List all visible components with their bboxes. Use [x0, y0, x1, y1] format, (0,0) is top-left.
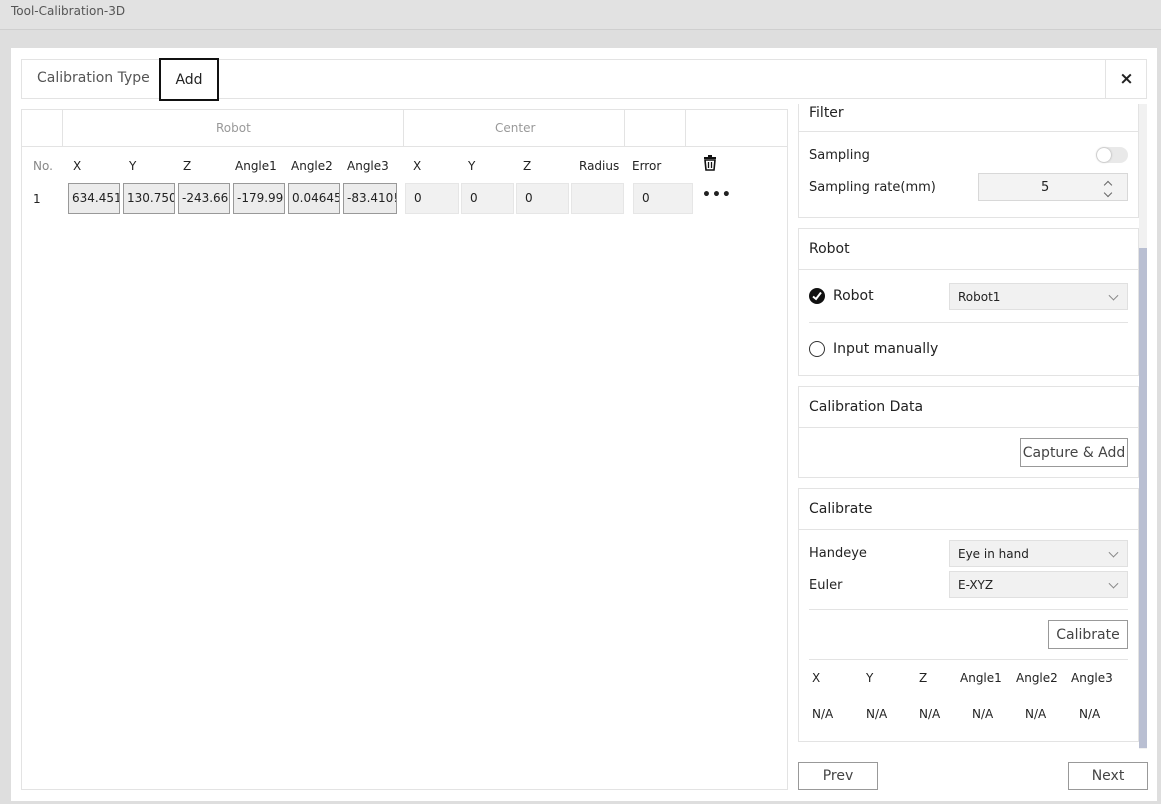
error-field: 0	[633, 183, 693, 214]
sampling-rate-value: 5	[1041, 180, 1050, 195]
robot-select-value: Robot1	[958, 289, 1001, 304]
handeye-label: Handeye	[809, 546, 867, 561]
robot-angle2-field[interactable]: 0.04645	[288, 183, 340, 214]
result-header-x: X	[812, 671, 821, 685]
robot-option-divider	[809, 322, 1128, 323]
robot-title: Robot	[809, 241, 850, 257]
capture-add-button[interactable]: Capture & Add	[1020, 438, 1128, 467]
group-divider	[403, 110, 404, 147]
handeye-select[interactable]: Eye in hand	[949, 540, 1128, 567]
filter-title: Filter	[809, 105, 844, 121]
col-header-angle3: Angle3	[347, 159, 389, 173]
close-button[interactable]: ×	[1105, 59, 1147, 99]
calibrate-card	[798, 488, 1139, 742]
result-header-angle3: Angle3	[1071, 671, 1113, 685]
col-header-robot-x: X	[73, 159, 82, 173]
robot-select[interactable]: Robot1	[949, 283, 1128, 310]
robot-x-field[interactable]: 634.451	[68, 183, 120, 214]
decrement-icon[interactable]	[1103, 188, 1113, 198]
calibrate-divider	[799, 529, 1138, 530]
tab-calibration-type[interactable]: Calibration Type	[37, 70, 150, 86]
col-header-radius: Radius	[579, 159, 620, 173]
group-divider	[624, 110, 625, 147]
col-header-angle2: Angle2	[291, 159, 333, 173]
group-divider	[62, 110, 63, 147]
result-header-angle1: Angle1	[960, 671, 1002, 685]
euler-select[interactable]: E-XYZ	[949, 571, 1128, 598]
col-header-robot-y: Y	[129, 159, 137, 173]
calibration-data-title: Calibration Data	[809, 399, 924, 415]
prev-button[interactable]: Prev	[798, 762, 878, 790]
center-radius-field	[571, 183, 624, 214]
manual-radio[interactable]	[809, 341, 825, 357]
chevron-down-icon	[1108, 578, 1119, 589]
filter-divider	[799, 131, 1138, 132]
settings-panel: Filter Sampling Sampling rate(mm) 5 Robo…	[796, 104, 1147, 749]
robot-angle3-field[interactable]: -83.410!	[343, 183, 397, 214]
euler-select-value: E-XYZ	[958, 577, 994, 592]
result-value-z: N/A	[919, 707, 941, 721]
robot-z-field[interactable]: -243.66:	[178, 183, 230, 214]
result-value-y: N/A	[866, 707, 888, 721]
sampling-label: Sampling	[809, 148, 870, 163]
group-robot-label: Robot	[216, 121, 251, 135]
robot-divider	[799, 269, 1138, 270]
center-y-field: 0	[461, 183, 514, 214]
results-divider	[809, 659, 1128, 660]
handeye-select-value: Eye in hand	[958, 546, 1029, 561]
group-divider	[685, 110, 686, 147]
calibrate-button[interactable]: Calibrate	[1048, 620, 1128, 649]
calibration-data-divider	[799, 427, 1138, 428]
result-header-y: Y	[866, 671, 874, 685]
scrollbar-thumb[interactable]	[1139, 248, 1147, 748]
sampling-rate-input[interactable]: 5	[978, 173, 1128, 201]
sampling-rate-label: Sampling rate(mm)	[809, 180, 936, 195]
col-header-no: No.	[33, 159, 53, 173]
chevron-down-icon	[1108, 290, 1119, 301]
col-header-center-x: X	[413, 159, 422, 173]
result-value-angle1: N/A	[972, 707, 994, 721]
more-icon: •••	[702, 187, 732, 203]
table-group-header	[22, 110, 787, 147]
sampling-toggle[interactable]	[1096, 147, 1128, 163]
col-header-center-y: Y	[468, 159, 476, 173]
col-header-error: Error	[632, 159, 662, 173]
chevron-down-icon	[1108, 547, 1119, 558]
result-value-angle3: N/A	[1079, 707, 1101, 721]
tab-add[interactable]: Add	[159, 58, 219, 101]
delete-all-button[interactable]	[703, 155, 717, 171]
robot-radio[interactable]	[809, 288, 825, 304]
col-header-angle1: Angle1	[235, 159, 277, 173]
euler-label: Euler	[809, 578, 843, 593]
robot-y-field[interactable]: 130.750	[123, 183, 175, 214]
app-title: Tool-Calibration-3D	[11, 4, 126, 18]
toggle-knob	[1097, 148, 1111, 162]
row-more-button[interactable]: •••	[702, 187, 732, 203]
close-icon: ×	[1119, 69, 1134, 89]
manual-option-label[interactable]: Input manually	[833, 341, 938, 357]
group-center-label: Center	[495, 121, 536, 135]
center-x-field: 0	[405, 183, 459, 214]
next-button[interactable]: Next	[1068, 762, 1148, 790]
row-number: 1	[33, 192, 41, 206]
result-header-z: Z	[919, 671, 928, 685]
calibrate-options-divider	[809, 609, 1128, 610]
center-z-field: 0	[516, 183, 569, 214]
robot-angle1-field[interactable]: -179.99!	[233, 183, 285, 214]
title-bar	[0, 0, 1161, 30]
col-header-center-z: Z	[523, 159, 532, 173]
calibrate-title: Calibrate	[809, 501, 873, 517]
result-header-angle2: Angle2	[1016, 671, 1058, 685]
trash-icon	[704, 155, 716, 171]
result-value-x: N/A	[812, 707, 834, 721]
robot-option-label[interactable]: Robot	[833, 288, 874, 304]
result-value-angle2: N/A	[1025, 707, 1047, 721]
check-icon	[812, 291, 822, 301]
col-header-robot-z: Z	[183, 159, 192, 173]
